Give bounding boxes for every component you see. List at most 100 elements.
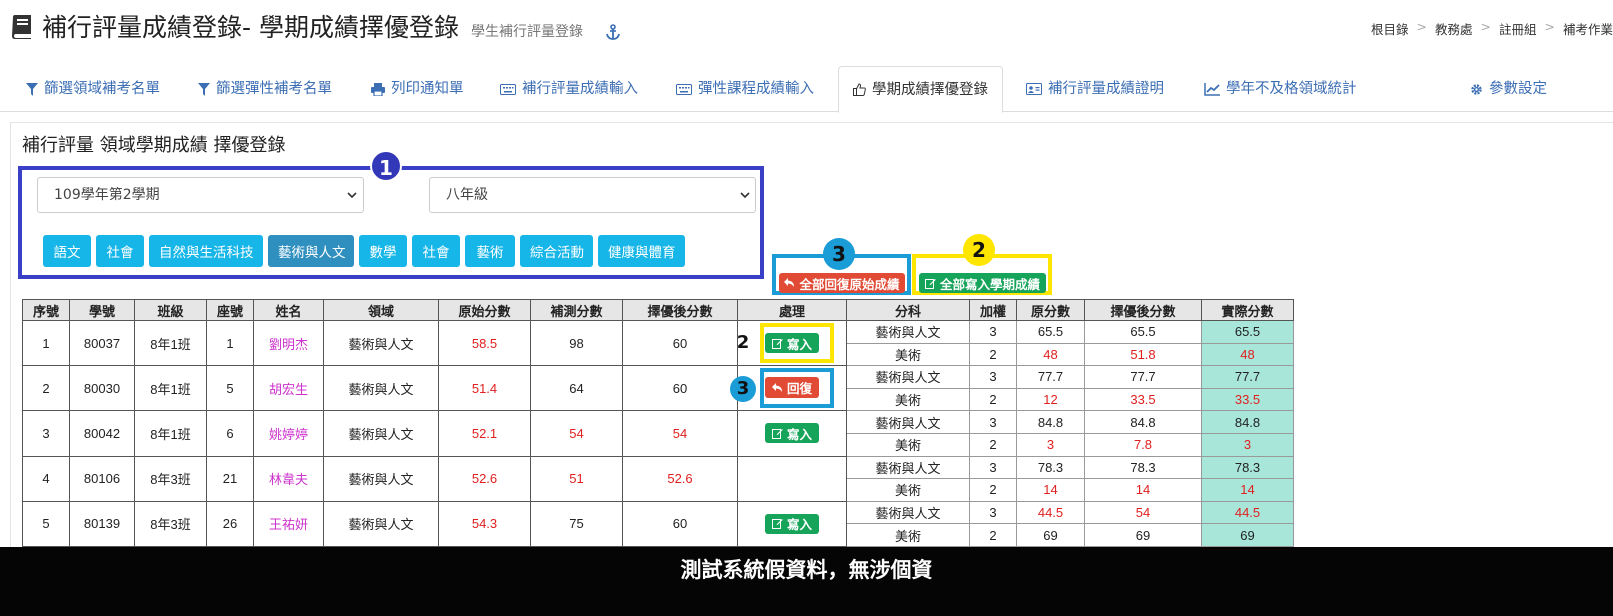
cell-actual-score: 78.3: [1201, 455, 1294, 480]
tab-label: 學期成績擇優登錄: [872, 81, 988, 98]
cell-class: 8年3班: [134, 500, 207, 547]
breadcrumb-item-root[interactable]: 根目錄: [1371, 19, 1409, 38]
score-table: 序號 學號 班級 座號 姓名 領域 原始分數 補測分數 擇優後分數 處理 分科 …: [22, 299, 1294, 547]
cell-domain: 藝術與人文: [323, 365, 439, 412]
tab-makeup-certificate[interactable]: 補行評量成績證明: [1012, 66, 1178, 112]
cell-subject: 藝術與人文: [846, 410, 970, 434]
subject-button-science-tech[interactable]: 自然與生活科技: [149, 235, 263, 267]
subject-button-language[interactable]: 語文: [43, 235, 91, 267]
cell-domain: 藝術與人文: [323, 500, 439, 547]
tab-label: 列印通知單: [391, 81, 464, 97]
cell-weight: 2: [969, 523, 1017, 547]
cell-subject: 美術: [846, 342, 970, 367]
cell-seat: 6: [206, 410, 254, 457]
cell-weight: 2: [969, 387, 1017, 412]
cell-subject-original: 84.8: [1016, 410, 1085, 434]
cell-subject-original: 44.5: [1016, 500, 1085, 525]
cell-student-name: 姚婷婷: [253, 410, 324, 457]
column-header: 原分數: [1016, 299, 1085, 321]
cell-weight: 3: [969, 455, 1017, 480]
cell-actual-score: 65.5: [1201, 320, 1294, 344]
edit-icon: [771, 519, 783, 530]
subject-button-art[interactable]: 藝術: [465, 235, 515, 267]
subject-button-society[interactable]: 社會: [96, 235, 144, 267]
cell-student-name: 林韋夫: [253, 455, 324, 502]
cell-actual-score: 3: [1201, 432, 1294, 457]
line-chart-icon: [1204, 82, 1220, 96]
column-header: 分科: [846, 299, 970, 321]
cell-subject-best: 84.8: [1084, 410, 1202, 434]
cell-student-name: 王祐妍: [253, 500, 324, 547]
cell-actual-score: 84.8: [1201, 410, 1294, 434]
callout-badge-1: 1: [370, 150, 402, 182]
cell-best-score: 60: [622, 319, 738, 367]
callout-badge-3: 3: [823, 238, 855, 270]
tab-bar: 篩選領域補考名單 篩選彈性補考名單 列印通知單 補行評量成績輸入 彈性課程成績輸…: [0, 66, 1613, 113]
book-icon: [10, 14, 34, 40]
breadcrumb-separator: >: [1544, 19, 1555, 34]
tab-makeup-score-input[interactable]: 補行評量成績輸入: [486, 66, 652, 112]
column-header: 加權: [969, 299, 1017, 321]
column-header: 學號: [69, 299, 135, 321]
cell-action: 寫入: [737, 410, 847, 457]
breadcrumb-item-registry[interactable]: 註冊組: [1499, 19, 1537, 38]
cell-action: [737, 455, 847, 502]
restore-all-button[interactable]: 全部回復原始成績: [779, 273, 905, 293]
thumbs-up-icon: [853, 83, 866, 96]
tab-settings[interactable]: 參數設定: [1456, 66, 1561, 112]
edit-icon: [924, 278, 936, 289]
cell-best-score: 60: [622, 500, 738, 547]
cell-best-score: 52.6: [622, 455, 738, 502]
tab-label: 參數設定: [1489, 81, 1547, 97]
semester-select[interactable]: 109學年第2學期: [37, 177, 364, 213]
cell-weight: 2: [969, 478, 1017, 502]
anchor-icon[interactable]: [605, 24, 621, 40]
write-button[interactable]: 寫入: [765, 423, 819, 444]
filter-icon: [198, 82, 210, 96]
cell-best-score: 54: [622, 410, 738, 457]
cell-subject: 藝術與人文: [846, 320, 970, 344]
write-button[interactable]: 寫入: [765, 513, 819, 534]
write-all-button[interactable]: 全部寫入學期成績: [919, 273, 1046, 293]
callout-badge-2: 2: [963, 234, 995, 266]
id-card-icon: [1026, 83, 1042, 95]
cell-subject-best: 54: [1084, 500, 1202, 525]
subject-button-health-pe[interactable]: 健康與體育: [598, 235, 685, 267]
tab-label: 學年不及格領域統計: [1226, 81, 1357, 97]
write-all-label: 全部寫入學期成績: [939, 276, 1040, 292]
subject-button-arts-humanities[interactable]: 藝術與人文: [268, 235, 354, 267]
write-label: 寫入: [786, 517, 812, 533]
breadcrumb-item-academic-office[interactable]: 教務處: [1435, 19, 1473, 38]
cell-subject: 藝術與人文: [846, 365, 970, 389]
print-icon: [371, 82, 385, 96]
tab-elective-score-input[interactable]: 彈性課程成績輸入: [662, 66, 828, 112]
cell-subject-original: 65.5: [1016, 320, 1085, 344]
keyboard-icon: [676, 83, 692, 95]
subject-button-math[interactable]: 數學: [359, 235, 407, 267]
cell-number: 1: [22, 319, 70, 367]
cell-actual-score: 69: [1201, 523, 1294, 547]
cell-student-name: 劉明杰: [253, 319, 324, 367]
cell-class: 8年1班: [134, 410, 207, 457]
cell-student-id: 80037: [69, 319, 135, 367]
subject-button-integrative[interactable]: 綜合活動: [520, 235, 593, 267]
cell-domain: 藝術與人文: [323, 455, 439, 502]
column-header: 序號: [22, 299, 70, 321]
table-row: 2 80030 8年1班 5 胡宏生 藝術與人文 51.4 64 60 回復 藝…: [22, 365, 1294, 412]
cell-subject-original: 12: [1016, 387, 1085, 412]
edit-icon: [771, 428, 783, 439]
tab-semester-best-score[interactable]: 學期成績擇優登錄: [838, 66, 1003, 113]
subject-button-society-2[interactable]: 社會: [412, 235, 460, 267]
cell-actual-score: 14: [1201, 478, 1294, 502]
tab-failed-domain-stats[interactable]: 學年不及格領域統計: [1190, 66, 1371, 112]
tab-filter-domain-makeup[interactable]: 篩選領域補考名單: [12, 66, 174, 112]
tab-print-notice[interactable]: 列印通知單: [357, 66, 478, 112]
cell-seat: 26: [206, 500, 254, 547]
grade-select[interactable]: 八年級: [429, 177, 756, 213]
callout-badge-3-row: 3: [730, 376, 756, 402]
cell-subject: 藝術與人文: [846, 500, 970, 525]
cell-original-score: 52.6: [438, 455, 531, 502]
cell-original-score: 54.3: [438, 500, 531, 547]
tab-filter-elective-makeup[interactable]: 篩選彈性補考名單: [184, 66, 346, 112]
cell-retest-score: 98: [530, 319, 623, 367]
